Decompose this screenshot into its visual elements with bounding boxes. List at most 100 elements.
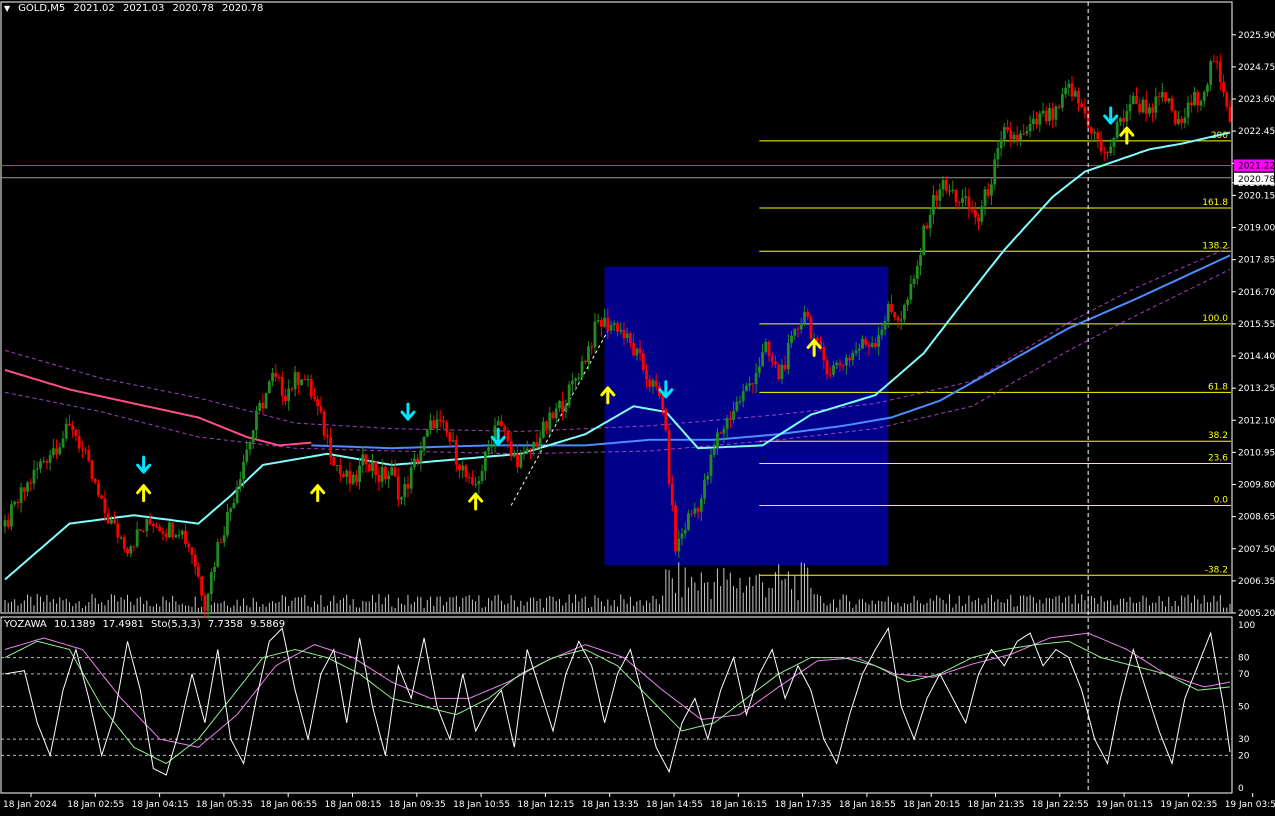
indicator-header: YOZAWA 10.1389 17.4981 Sto(5,3,3) 7.7358…	[4, 619, 285, 630]
candle-body	[522, 452, 526, 455]
candle-body	[445, 422, 449, 433]
candle-body	[728, 418, 732, 420]
candle-body	[1015, 134, 1019, 141]
indicator-level-label: 20	[1238, 751, 1250, 761]
candle-body	[77, 435, 81, 449]
candle-body	[261, 402, 265, 409]
price-chart[interactable]: 20 0 161.8 138.2 100.0 61.8 38.2 23.6 0.0 -38.2 20…	[0, 0, 1275, 812]
candle-body	[222, 535, 226, 543]
candle-body	[1060, 94, 1064, 108]
candle-body	[413, 458, 416, 468]
candle-body	[1028, 124, 1032, 132]
candle-body	[245, 449, 249, 462]
candle-body	[406, 483, 410, 489]
candle-body	[1048, 108, 1051, 122]
candle-body	[783, 364, 787, 370]
candle-body	[554, 408, 558, 419]
candle-body	[603, 317, 607, 327]
candle-body	[155, 526, 158, 528]
price-tick-label: 2006.35	[1238, 577, 1275, 587]
indicator-value-1: 10.1389	[53, 619, 96, 630]
price-tick-label: 2025.90	[1238, 31, 1275, 41]
up-arrow-icon	[310, 484, 326, 503]
candle-body	[928, 214, 932, 229]
candle-body	[1206, 84, 1209, 92]
candle-body	[432, 420, 436, 429]
indicator-level-label: 80	[1238, 654, 1250, 664]
price-tick-label: 2009.80	[1238, 481, 1275, 491]
candle-body	[226, 512, 229, 536]
candle-body	[1083, 106, 1087, 114]
close-value: 2020.78	[222, 3, 264, 14]
candle-body	[429, 420, 432, 430]
candle-body	[938, 189, 942, 201]
time-tick-label: 18 Jan 21:35	[968, 800, 1025, 810]
candle-body	[1031, 118, 1035, 125]
candle-body	[609, 324, 613, 331]
up-arrow-icon	[136, 484, 152, 503]
price-tick-label: 2007.50	[1238, 545, 1275, 555]
candle-body	[593, 321, 597, 348]
level-price-tag-label: 2021.22	[1238, 161, 1275, 171]
candle-body	[1096, 132, 1100, 140]
candle-body	[803, 311, 806, 324]
candle-body	[1173, 110, 1177, 124]
dropdown-triangle-icon[interactable]: ▼	[4, 4, 10, 13]
candle-body	[696, 508, 700, 512]
candle-body	[1222, 81, 1225, 93]
candle-body	[957, 202, 961, 204]
candle-body	[580, 361, 584, 378]
candle-body	[229, 508, 233, 513]
candle-body	[512, 453, 516, 457]
price-tick-label: 2013.25	[1238, 384, 1275, 394]
candle-body	[867, 344, 871, 347]
candle-body	[209, 572, 213, 594]
candle-body	[164, 533, 168, 538]
candle-body	[3, 520, 7, 527]
candle-body	[664, 408, 668, 431]
time-tick-label: 18 Jan 16:15	[710, 800, 767, 810]
candle-body	[1080, 103, 1084, 107]
candle-body	[722, 428, 726, 434]
candle-body	[1218, 61, 1222, 82]
chart-area[interactable]: 20 0 161.8 138.2 100.0 61.8 38.2 23.6 0.0 -38.2 20…	[0, 0, 1275, 812]
candle-body	[983, 189, 987, 207]
candle-body	[822, 347, 826, 361]
candle-body	[812, 337, 816, 339]
candle-body	[22, 487, 26, 492]
candle-body	[361, 454, 365, 466]
down-arrow-icon	[1103, 106, 1119, 125]
candle-body	[683, 529, 687, 534]
candle-body	[1180, 118, 1184, 124]
candle-body	[1009, 130, 1013, 140]
candle-body	[100, 495, 104, 499]
candle-body	[558, 400, 561, 409]
candle-body	[844, 357, 848, 366]
candle-body	[1115, 122, 1119, 138]
candle-body	[490, 445, 494, 448]
candle-body	[232, 503, 236, 509]
candle-body	[206, 593, 210, 612]
indicator-level-label: 30	[1238, 735, 1250, 745]
candle-body	[203, 595, 207, 612]
price-tick-label: 2010.95	[1238, 448, 1275, 458]
candle-body	[306, 379, 310, 381]
candle-body	[625, 333, 629, 339]
candle-body	[506, 431, 510, 442]
candle-body	[1025, 131, 1029, 134]
candle-body	[168, 522, 171, 538]
candle-body	[996, 148, 1000, 160]
candle-body	[255, 410, 258, 431]
candle-body	[32, 469, 36, 484]
candle-body	[519, 454, 523, 468]
candle-body	[242, 461, 245, 480]
fib-level-label: -38.2	[1205, 565, 1228, 575]
candle-body	[1044, 110, 1048, 122]
candle-body	[577, 377, 581, 379]
time-tick-label: 18 Jan 14:55	[646, 800, 703, 810]
candle-body	[1051, 108, 1055, 120]
candle-body	[780, 364, 784, 380]
candle-body	[61, 438, 65, 448]
time-tick-label: 18 Jan 18:55	[839, 800, 896, 810]
candle-body	[358, 465, 362, 483]
